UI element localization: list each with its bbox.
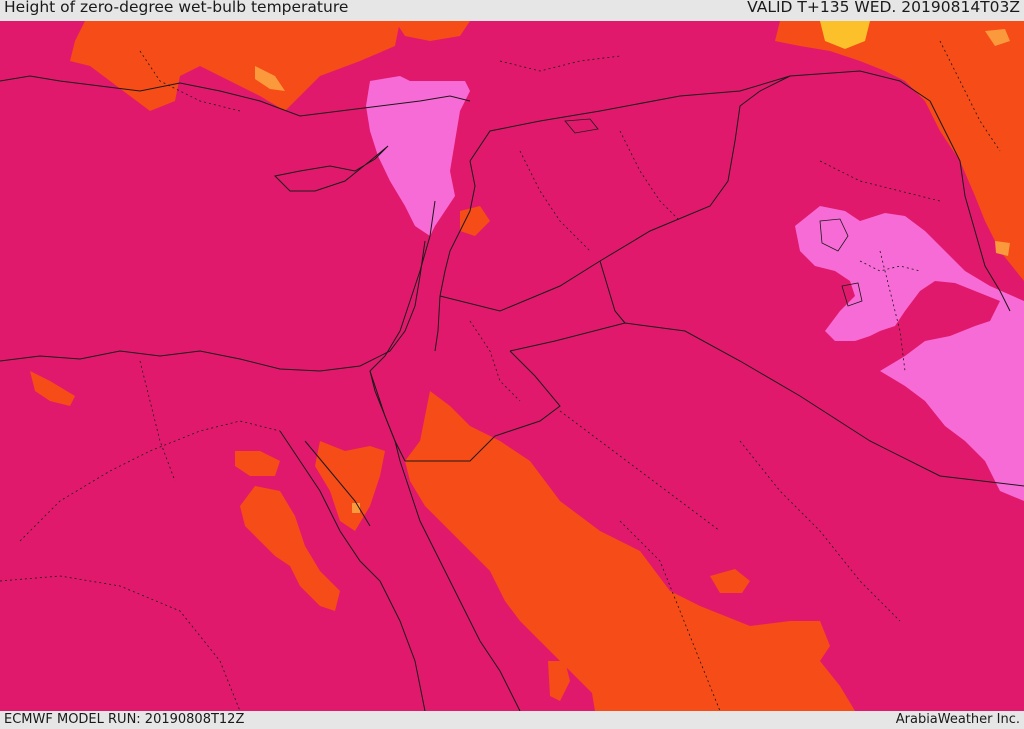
model-run: ECMWF MODEL RUN: 20190808T12Z [4,712,245,727]
weather-map [0,21,1024,711]
map-title: Height of zero-degree wet-bulb temperatu… [4,0,349,16]
map-footer: ECMWF MODEL RUN: 20190808T12Z ArabiaWeat… [0,711,1024,729]
valid-time: VALID T+135 WED. 20190814T03Z [747,0,1020,16]
map-header: Height of zero-degree wet-bulb temperatu… [0,0,1024,21]
credit-text: ArabiaWeather Inc. [895,712,1020,727]
